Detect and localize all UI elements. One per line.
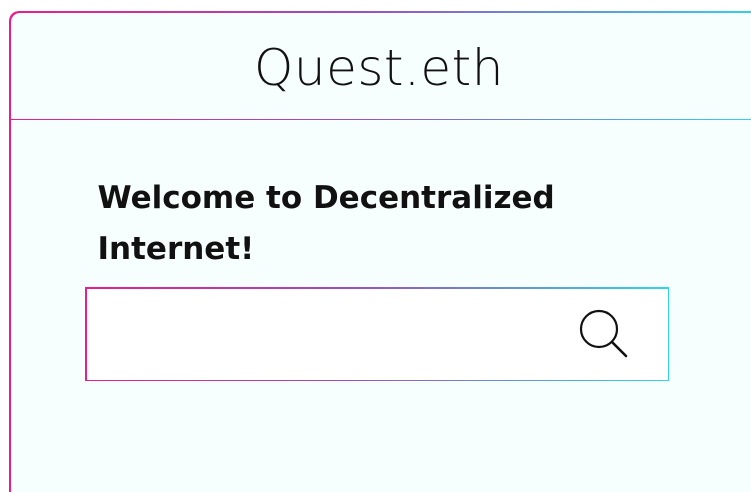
search-bar-inner (86, 288, 668, 380)
search-input[interactable] (86, 288, 572, 380)
search-bar (85, 287, 669, 381)
search-icon (576, 306, 632, 362)
app-card-body: Quest.eth Welcome to Decentralized Inter… (10, 12, 751, 492)
header-divider (10, 118, 751, 120)
search-button[interactable] (572, 302, 636, 366)
welcome-heading: Welcome to Decentralized Internet! (97, 179, 555, 267)
app-header: Quest.eth (11, 13, 751, 120)
app-title: Quest.eth (254, 39, 504, 97)
app-card: Quest.eth Welcome to Decentralized Inter… (9, 11, 751, 492)
